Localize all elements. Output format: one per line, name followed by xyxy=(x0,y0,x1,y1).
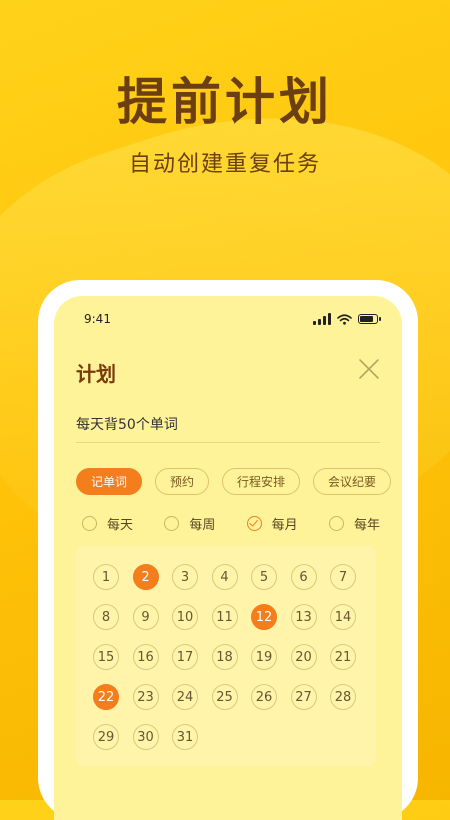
tag-3[interactable]: 会议纪要 xyxy=(313,468,392,495)
calendar-day-30[interactable]: 30 xyxy=(132,724,159,750)
frequency-label: 每月 xyxy=(271,518,298,533)
frequency-label: 每周 xyxy=(189,518,216,533)
phone-frame: 9:41 计划 记单词预约行程安排会议纪要 每天 每周 每月 每年 1 xyxy=(38,280,418,820)
calendar-day-20[interactable]: 20 xyxy=(290,644,317,670)
tag-0[interactable]: 记单词 xyxy=(76,468,143,495)
signal-icon xyxy=(313,313,331,325)
calendar-day-26[interactable]: 26 xyxy=(251,684,277,710)
task-input[interactable] xyxy=(76,406,380,443)
calendar-day-1[interactable]: 1 xyxy=(93,564,119,590)
frequency-option-2[interactable]: 每月 xyxy=(246,514,298,533)
calendar-day-25[interactable]: 25 xyxy=(211,684,238,710)
calendar-day-10[interactable]: 10 xyxy=(172,604,198,630)
calendar-day-15[interactable]: 15 xyxy=(93,644,119,670)
phone-screen: 9:41 计划 记单词预约行程安排会议纪要 每天 每周 每月 每年 1 xyxy=(54,296,402,820)
frequency-option-1[interactable]: 每周 xyxy=(164,514,215,533)
close-button[interactable] xyxy=(356,356,382,382)
calendar-day-4[interactable]: 4 xyxy=(211,564,238,590)
calendar-day-7[interactable]: 7 xyxy=(330,564,356,590)
wifi-icon xyxy=(337,313,352,325)
calendar-day-31[interactable]: 31 xyxy=(172,724,198,750)
plan-title: 计划 xyxy=(76,362,116,386)
calendar-day-13[interactable]: 13 xyxy=(290,604,317,630)
calendar-day-8[interactable]: 8 xyxy=(93,604,119,630)
tag-list: 记单词 预约 行程安排 会议纪要 xyxy=(76,468,392,495)
calendar-day-23[interactable]: 23 xyxy=(132,684,159,710)
status-icons xyxy=(313,313,381,325)
hero-title: 提前计划 xyxy=(117,73,333,131)
tag-2[interactable]: 行程安排 xyxy=(222,468,301,495)
radio-icon[interactable] xyxy=(82,516,97,531)
calendar-day-17[interactable]: 17 xyxy=(172,644,198,670)
radio-icon[interactable] xyxy=(328,516,344,531)
status-bar: 9:41 xyxy=(84,310,381,328)
calendar-day-16[interactable]: 16 xyxy=(132,644,159,670)
calendar-day-11[interactable]: 11 xyxy=(211,604,238,630)
battery-icon xyxy=(358,314,381,324)
radio-icon[interactable] xyxy=(246,516,262,531)
calendar-day-19[interactable]: 19 xyxy=(251,644,277,670)
calendar-day-18[interactable]: 18 xyxy=(211,644,238,670)
calendar-day-5[interactable]: 5 xyxy=(251,564,277,590)
frequency-label: 每天 xyxy=(107,518,134,533)
tag-1[interactable]: 预约 xyxy=(155,468,210,495)
calendar-grid: 1 2 3 4 5 6 7 8 9 10 11 12 13 14 15 16 17 18 19 20 21 22 23 24 2… xyxy=(76,546,376,766)
frequency-option-3[interactable]: 每年 xyxy=(328,514,380,533)
calendar-day-28[interactable]: 28 xyxy=(330,684,356,710)
calendar-day-24[interactable]: 24 xyxy=(172,684,198,710)
close-icon xyxy=(359,359,379,379)
calendar-day-14[interactable]: 14 xyxy=(330,604,356,630)
status-time: 9:41 xyxy=(84,312,111,326)
calendar-day-9[interactable]: 9 xyxy=(132,604,159,630)
calendar-day-27[interactable]: 27 xyxy=(290,684,317,710)
frequency-label: 每年 xyxy=(353,518,380,533)
calendar-day-29[interactable]: 29 xyxy=(93,724,119,750)
calendar-day-2[interactable]: 2 xyxy=(132,564,159,590)
calendar-day-3[interactable]: 3 xyxy=(172,564,198,590)
calendar-day-22[interactable]: 22 xyxy=(93,684,119,710)
radio-icon[interactable] xyxy=(164,516,180,531)
frequency-option-0[interactable]: 每天 xyxy=(82,514,133,533)
calendar-day-21[interactable]: 21 xyxy=(330,644,356,670)
frequency-options: 每天 每周 每月 每年 xyxy=(82,514,380,533)
calendar-day-6[interactable]: 6 xyxy=(290,564,317,590)
calendar-day-12[interactable]: 12 xyxy=(251,604,277,630)
hero-subtitle: 自动创建重复任务 xyxy=(128,152,321,177)
